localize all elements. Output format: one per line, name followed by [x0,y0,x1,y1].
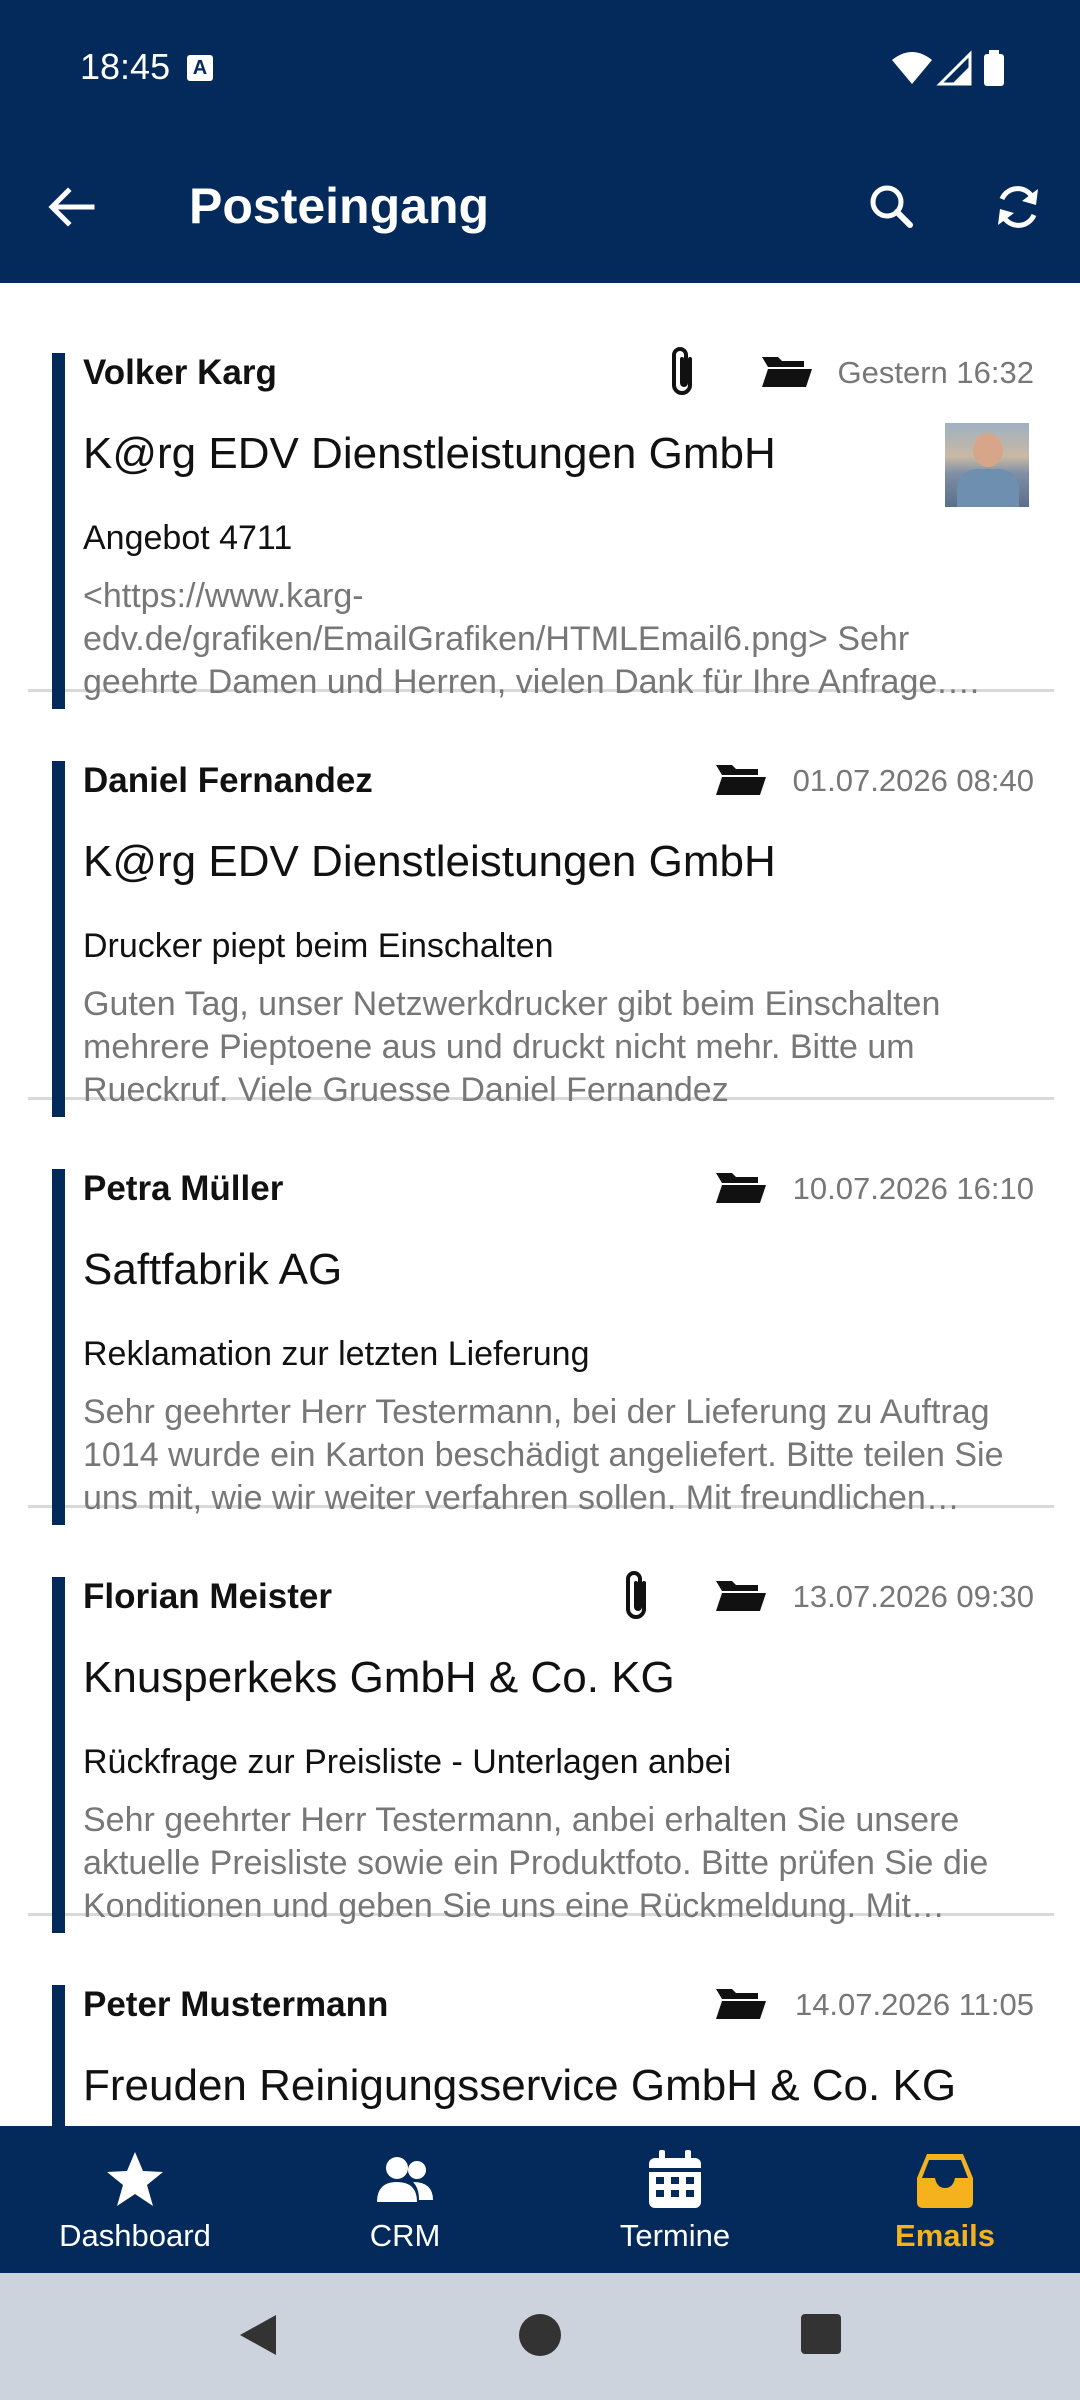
page-title: Posteingang [189,178,490,234]
attachment-icon [672,347,692,395]
nav-label: CRM [369,2218,441,2253]
email-company: Knusperkeks GmbH & Co. KG [83,1653,675,1702]
unread-indicator [52,761,65,1117]
star-icon [107,2152,163,2206]
nav-dashboard[interactable]: Dashboard [0,2126,270,2273]
app-bar: Posteingang [0,135,1080,283]
folder-icon [716,765,766,795]
email-date: Gestern 16:32 [837,355,1034,390]
nav-label: Dashboard [59,2218,211,2253]
email-date: 10.07.2026 16:10 [792,1171,1034,1206]
unread-indicator [52,353,65,709]
email-sender: Petra Müller [83,1169,284,1208]
email-company: Freuden Reinigungsservice GmbH & Co. KG [83,2061,957,2110]
bottom-navigation: Dashboard CRM Termine Emails [0,2126,1080,2273]
folder-icon [762,357,812,387]
email-list[interactable]: Volker Karg Gestern 16:32 K@rg EDV Diens… [0,283,1080,2126]
people-icon [377,2157,433,2202]
unread-indicator [52,1577,65,1933]
email-list-item[interactable]: Daniel Fernandez 01.07.2026 08:40 K@rg E… [28,691,1054,1117]
email-subject: Reklamation zur letzten Lieferung [83,1335,590,1373]
unread-indicator [52,1169,65,1525]
nav-termine[interactable]: Termine [540,2126,810,2273]
status-bar: 18:45 A [0,0,1080,135]
nav-label: Termine [619,2218,731,2253]
folder-icon [716,1581,766,1611]
email-company: K@rg EDV Dienstleistungen GmbH [83,837,776,886]
home-icon[interactable] [518,2313,562,2357]
email-list-item[interactable]: Peter Mustermann 14.07.2026 11:05 Freude… [28,1915,1054,2126]
system-navigation-bar [0,2273,1080,2400]
nav-emails[interactable]: Emails [810,2126,1080,2273]
nav-label: Emails [895,2218,995,2253]
email-preview: Sehr geehrter Herr Testermann, anbei erh… [83,1801,989,1925]
email-company: Saftfabrik AG [83,1245,343,1294]
email-preview: <https://www.karg-edv.de/grafiken/EmailG… [83,577,947,701]
email-company: K@rg EDV Dienstleistungen GmbH [83,429,776,478]
nav-crm[interactable]: CRM [270,2126,540,2273]
back-arrow-icon[interactable] [40,175,104,239]
accessibility-badge-icon: A [187,55,213,81]
folder-icon [716,1989,766,2019]
email-preview: Guten Tag, unser Netzwerkdrucker gibt be… [83,985,941,1109]
battery-icon [984,54,1004,86]
email-list-item[interactable]: Florian Meister 13.07.2026 09:30 Knusper… [28,1507,1054,1933]
email-subject: Drucker piept beim Einschalten [83,927,554,965]
inbox-icon [917,2154,973,2208]
email-sender: Florian Meister [83,1577,332,1616]
status-time: 18:45 [80,46,171,87]
refresh-icon[interactable] [986,175,1050,239]
recents-icon[interactable] [800,2313,842,2355]
email-list-item[interactable]: Volker Karg Gestern 16:32 K@rg EDV Diens… [28,283,1054,709]
calendar-icon [649,2150,701,2208]
email-subject: Angebot 4711 [83,519,293,557]
status-icons [892,50,1004,86]
email-subject: Rückfrage zur Preisliste - Unterlagen an… [83,1743,732,1781]
wifi-icon [892,52,932,84]
sender-avatar [945,423,1029,507]
email-list-item[interactable]: Petra Müller 10.07.2026 16:10 Saftfabrik… [28,1099,1054,1525]
folder-icon [716,1173,766,1203]
email-date: 01.07.2026 08:40 [792,763,1034,798]
email-sender: Daniel Fernandez [83,761,373,800]
email-sender: Peter Mustermann [83,1985,389,2024]
attachment-icon [626,1571,646,1619]
back-icon[interactable] [236,2311,280,2359]
email-sender: Volker Karg [83,353,277,392]
email-preview: Sehr geehrter Herr Testermann, bei der L… [83,1393,1004,1517]
unread-indicator [52,1985,65,2126]
email-date: 13.07.2026 09:30 [792,1579,1034,1614]
email-date: 14.07.2026 11:05 [794,1987,1034,2022]
search-icon[interactable] [860,175,924,239]
